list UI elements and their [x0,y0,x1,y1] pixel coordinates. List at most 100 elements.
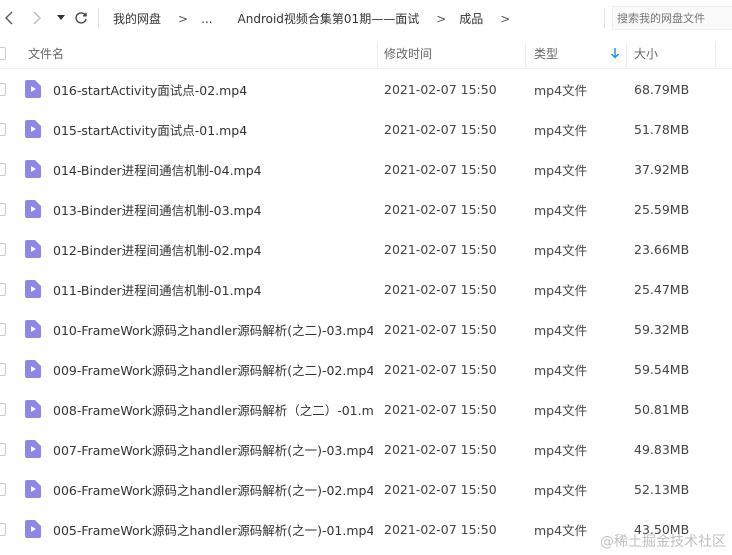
file-row[interactable]: 007-FrameWork源码之handler源码解析(之一)-03.mp4 20… [0,429,732,469]
file-row[interactable]: 013-Binder进程间通信机制-03.mp4 2021-02-07 15:50… [0,189,732,229]
file-name[interactable]: 008-FrameWork源码之handler源码解析（之二）-01.m... [53,389,373,429]
checkbox[interactable] [0,242,6,256]
breadcrumb-separator: > [436,11,447,26]
file-row[interactable]: 008-FrameWork源码之handler源码解析（之二）-01.m... 2… [0,389,732,429]
file-name[interactable]: 013-Binder进程间通信机制-03.mp4 [53,189,373,229]
file-size: 37.92MB [634,161,690,177]
video-file-icon [25,280,41,298]
file-size: 59.54MB [634,361,690,377]
checkbox[interactable] [0,522,6,536]
row-checkbox[interactable] [0,229,6,269]
file-name[interactable]: 014-Binder进程间通信机制-04.mp4 [53,149,373,189]
checkbox[interactable] [0,46,6,60]
breadcrumb-folder-finished[interactable]: 成品 [459,10,483,27]
file-row[interactable]: 009-FrameWork源码之handler源码解析(之二)-02.mp4 20… [0,349,732,389]
file-row[interactable]: 012-Binder进程间通信机制-02.mp4 2021-02-07 15:50… [0,229,732,269]
breadcrumb-folder-android[interactable]: Android视频合集第01期——面试 [224,10,420,27]
row-checkbox[interactable] [0,389,6,429]
file-name[interactable]: 006-FrameWork源码之handler源码解析(之一)-02.mp4 [53,469,373,509]
caret-down-icon [57,15,65,20]
file-modified-time: 2021-02-07 15:50 [384,521,497,537]
file-name[interactable]: 012-Binder进程间通信机制-02.mp4 [53,229,373,269]
checkbox[interactable] [0,82,6,96]
checkbox[interactable] [0,202,6,216]
video-file-icon [25,229,41,269]
file-type: mp4文件 [534,402,588,418]
video-file-icon [25,320,41,338]
file-size: 49.83MB [634,441,690,457]
file-size: 59.32MB [634,321,690,337]
checkbox[interactable] [0,402,6,416]
forward-button[interactable] [28,9,46,27]
column-divider[interactable] [715,43,716,69]
row-checkbox[interactable] [0,149,6,189]
row-checkbox[interactable] [0,109,6,149]
file-type: mp4文件 [534,442,588,458]
column-header-modified[interactable]: 修改时间 [384,37,432,69]
row-checkbox[interactable] [0,189,6,229]
video-file-icon [25,149,41,189]
file-modified-time: 2021-02-07 15:50 [384,281,497,297]
video-file-icon [25,120,41,138]
checkbox[interactable] [0,322,6,336]
file-size: 52.13MB [634,481,690,497]
file-modified-time: 2021-02-07 15:50 [384,161,497,177]
column-divider[interactable] [377,43,378,69]
file-name[interactable]: 015-startActivity面试点-01.mp4 [53,109,373,149]
watermark: @稀土掘金技术社区 [600,534,726,550]
video-file-icon [25,80,41,98]
refresh-button[interactable] [72,9,90,27]
file-name[interactable]: 016-startActivity面试点-02.mp4 [53,69,373,109]
file-row[interactable]: 015-startActivity面试点-01.mp4 2021-02-07 15… [0,109,732,149]
breadcrumb-ellipsis[interactable]: ... [201,12,223,26]
file-row[interactable]: 014-Binder进程间通信机制-04.mp4 2021-02-07 15:50… [0,149,732,189]
file-name[interactable]: 005-FrameWork源码之handler源码解析(之一)-01.mp4 [53,509,373,549]
file-type: mp4文件 [534,522,588,538]
column-header-name[interactable]: 文件名 [28,37,64,69]
column-header-size[interactable]: 大小 [634,37,658,69]
search-input[interactable] [612,6,732,30]
video-file-icon [25,400,41,418]
file-name[interactable]: 010-FrameWork源码之handler源码解析(之二)-03.mp4 [53,309,373,349]
checkbox[interactable] [0,122,6,136]
file-row[interactable]: 011-Binder进程间通信机制-01.mp4 2021-02-07 15:50… [0,269,732,309]
checkbox[interactable] [0,162,6,176]
history-dropdown-button[interactable] [52,9,70,27]
checkbox[interactable] [0,442,6,456]
row-checkbox[interactable] [0,429,6,469]
checkbox[interactable] [0,482,6,496]
sort-descending-icon[interactable] [610,47,620,59]
video-file-icon [25,509,41,549]
checkbox[interactable] [0,282,6,296]
video-file-icon [25,469,41,509]
row-checkbox[interactable] [0,269,6,309]
row-checkbox[interactable] [0,309,6,349]
row-checkbox[interactable] [0,509,6,549]
checkbox[interactable] [0,362,6,376]
breadcrumb-root[interactable]: 我的网盘 [113,10,161,27]
column-header-type[interactable]: 类型 [534,37,558,69]
row-checkbox[interactable] [0,69,6,109]
file-row[interactable]: 016-startActivity面试点-02.mp4 2021-02-07 15… [0,69,732,109]
file-modified-time: 2021-02-07 15:50 [384,481,497,497]
video-file-icon [25,109,41,149]
refresh-icon [75,12,87,24]
video-file-icon [25,389,41,429]
column-divider[interactable] [626,43,627,69]
video-file-icon [25,349,41,389]
file-type: mp4文件 [534,362,588,378]
file-modified-time: 2021-02-07 15:50 [384,361,497,377]
column-divider[interactable] [525,43,526,69]
row-checkbox[interactable] [0,349,6,389]
file-name[interactable]: 009-FrameWork源码之handler源码解析(之二)-02.mp4 [53,349,373,389]
back-button[interactable] [0,9,18,27]
file-type: mp4文件 [534,202,588,218]
file-name[interactable]: 011-Binder进程间通信机制-01.mp4 [53,269,373,309]
file-row[interactable]: 006-FrameWork源码之handler源码解析(之一)-02.mp4 20… [0,469,732,509]
file-list-header: 文件名 修改时间 类型 大小 [0,37,732,69]
file-row[interactable]: 010-FrameWork源码之handler源码解析(之二)-03.mp4 20… [0,309,732,349]
file-name[interactable]: 007-FrameWork源码之handler源码解析(之一)-03.mp4 [53,429,373,469]
file-type: mp4文件 [534,322,588,338]
select-all-checkbox[interactable] [0,37,6,69]
row-checkbox[interactable] [0,469,6,509]
